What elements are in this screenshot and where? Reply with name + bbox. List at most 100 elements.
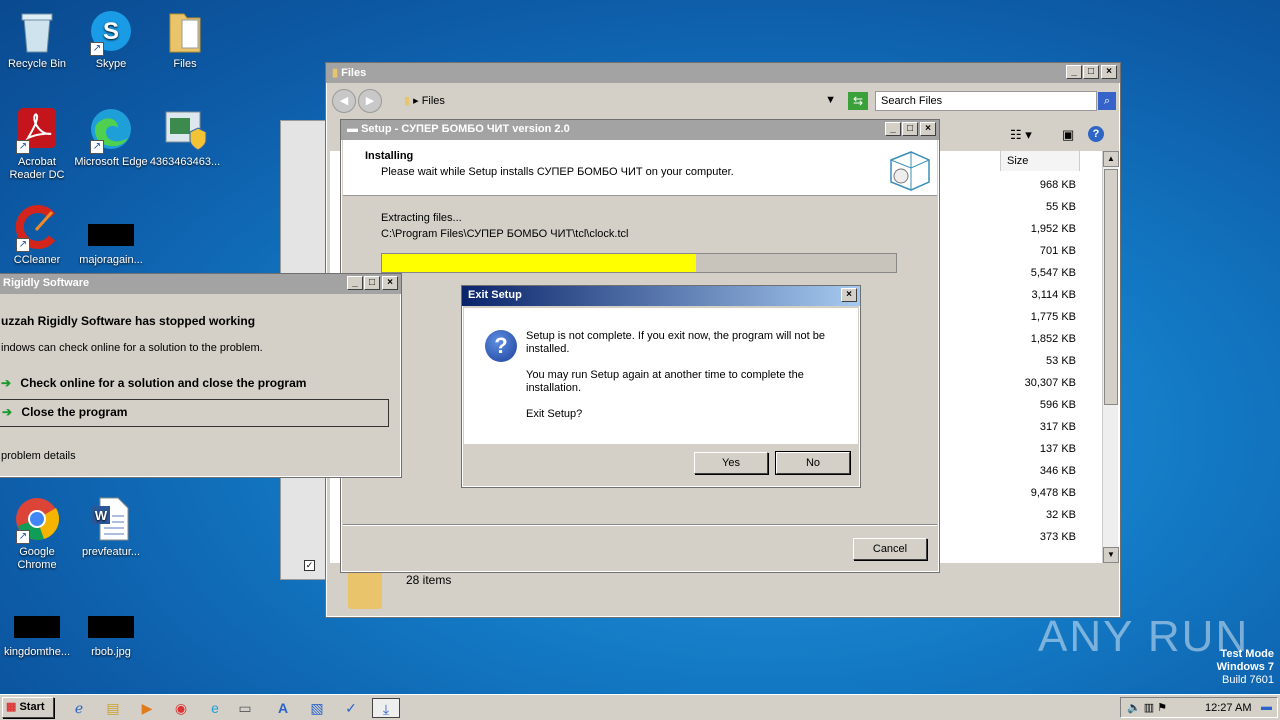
start-label: Start — [19, 701, 45, 713]
explorer-icon[interactable]: ▤ — [102, 698, 124, 718]
search-input[interactable]: Search Files — [875, 91, 1097, 111]
view-options-icon[interactable]: ☷ ▾ — [1010, 127, 1032, 143]
no-button[interactable]: No — [775, 451, 851, 475]
desktop-icon-majoragain[interactable]: majoragain... — [74, 204, 148, 267]
start-button[interactable]: ▦ Start — [2, 697, 54, 718]
vertical-scrollbar[interactable]: ▲ ▼ — [1102, 151, 1119, 563]
desktop-icon-recycle-bin[interactable]: Recycle Bin — [0, 8, 74, 71]
checkbox[interactable]: ✓ — [304, 560, 315, 571]
exit-line-1: Setup is not complete. If you exit now, … — [526, 330, 825, 355]
desktop-icon-label: 4363463463... — [149, 156, 221, 168]
font-app-icon[interactable]: A — [272, 698, 294, 718]
show-desktop-icon[interactable]: ▬ — [1261, 701, 1272, 713]
address-text: Files — [421, 95, 445, 107]
flag-icon[interactable]: ⚑ — [1157, 702, 1167, 714]
windows-logo-icon: ▦ — [6, 701, 17, 713]
setup-titlebar[interactable]: ▬ Setup - СУПЕР БОМБО ЧИТ version 2.0 _ … — [341, 120, 939, 140]
desktop-icon-files[interactable]: Files — [148, 8, 222, 71]
desktop-icon-prevfeatur[interactable]: W prevfeatur... — [74, 496, 148, 559]
desktop-icon-label: kingdomthe... — [3, 646, 71, 658]
file-size: 137 KB — [1039, 443, 1076, 455]
black-file-icon — [14, 596, 60, 642]
app-taskbar-icon[interactable]: ▭ — [234, 698, 256, 718]
system-tray: 🔈 ▥ ⚑ 12:27 AM ▬ — [1120, 697, 1278, 718]
desktop-icon-rbob[interactable]: rbob.jpg — [74, 596, 148, 659]
minimize-button[interactable]: _ — [885, 122, 901, 136]
setup-subheading: Please wait while Setup installs СУПЕР Б… — [381, 166, 734, 178]
desktop-icon-skype[interactable]: S ↗ Skype — [74, 8, 148, 71]
address-bar[interactable]: ▮ ▸ Files ▼ — [398, 91, 842, 111]
edge-icon: ↗ — [88, 106, 134, 154]
clock[interactable]: 12:27 AM — [1205, 702, 1251, 714]
green-arrow-icon: ➔ — [1, 376, 12, 390]
test-mode-text: Test Mode Windows 7 Build 7601 — [1217, 648, 1274, 687]
desktop-icon-label: Acrobat Reader DC — [9, 156, 65, 181]
close-button[interactable]: × — [382, 276, 398, 290]
scroll-thumb[interactable] — [1104, 169, 1118, 405]
ie-icon[interactable]: ℯ — [68, 698, 90, 718]
desktop-icon-label: majoragain... — [79, 254, 143, 266]
desktop-icon-label: CCleaner — [13, 254, 61, 266]
media-player-icon[interactable]: ▶ — [136, 698, 158, 718]
crash-titlebar[interactable]: Rigidly Software _ □ × — [0, 274, 401, 294]
search-icon[interactable]: ⌕ — [1098, 92, 1116, 110]
exit-message-area: ? Setup is not complete. If you exit now… — [464, 308, 858, 444]
close-button[interactable]: × — [841, 288, 857, 302]
desktop-icon-ccleaner[interactable]: ↗ CCleaner — [0, 204, 74, 267]
edge-taskbar-icon[interactable]: e — [204, 698, 226, 718]
refresh-button[interactable]: ⇆ — [848, 92, 868, 110]
maximize-button[interactable]: □ — [364, 276, 380, 290]
forward-button[interactable]: ▶ — [358, 89, 382, 113]
yes-button[interactable]: Yes — [694, 452, 768, 474]
exit-line-3: Exit Setup? — [526, 408, 583, 420]
extracting-label: Extracting files... — [381, 212, 462, 224]
desktop-icon-kingdomthe[interactable]: kingdomthe... — [0, 596, 74, 659]
maximize-button[interactable]: □ — [1083, 65, 1099, 79]
help-icon[interactable]: ? — [1088, 126, 1104, 142]
scroll-up-button[interactable]: ▲ — [1103, 151, 1119, 167]
network-icon[interactable]: ▥ — [1144, 702, 1154, 714]
checklist-icon[interactable]: ✓ — [340, 698, 362, 718]
file-size: 1,952 KB — [1030, 223, 1076, 235]
scroll-down-button[interactable]: ▼ — [1103, 547, 1119, 563]
close-button[interactable]: × — [1101, 65, 1117, 79]
minimize-button[interactable]: _ — [1066, 65, 1082, 79]
setup-small-icon: ▬ — [347, 123, 358, 135]
desktop-icon-chrome[interactable]: ↗ Google Chrome — [0, 496, 74, 572]
close-button[interactable]: × — [920, 122, 936, 136]
size-column: 968 KB 55 KB 1,952 KB 701 KB 5,547 KB 3,… — [980, 179, 1080, 563]
check-online-option[interactable]: ➔ Check online for a solution and close … — [0, 372, 393, 396]
column-header-size[interactable]: Size — [1000, 151, 1080, 171]
search-placeholder: Search Files — [881, 95, 943, 107]
problem-details-link[interactable]: problem details — [1, 450, 76, 462]
folder-small-icon: ▮ — [404, 95, 411, 107]
setup-taskbar-button[interactable]: ⤓ — [372, 698, 400, 718]
file-size: 701 KB — [1039, 245, 1076, 257]
setup-header: Installing Please wait while Setup insta… — [343, 140, 937, 196]
explorer-titlebar[interactable]: ▮ Files _ □ × — [326, 63, 1120, 83]
black-file-icon — [88, 596, 134, 642]
minimize-button[interactable]: _ — [347, 276, 363, 290]
volume-icon[interactable]: 🔈 — [1127, 702, 1141, 714]
svg-text:W: W — [95, 508, 108, 523]
chrome-taskbar-icon[interactable]: ◉ — [170, 698, 192, 718]
exit-titlebar[interactable]: Exit Setup × — [462, 286, 860, 306]
chevron-down-icon[interactable]: ▼ — [825, 94, 836, 106]
file-size: 30,307 KB — [1024, 377, 1076, 389]
app2-taskbar-icon[interactable]: ▧ — [306, 698, 328, 718]
cancel-button[interactable]: Cancel — [853, 538, 927, 560]
desktop-icon-installer[interactable]: 4363463463... — [148, 106, 222, 169]
desktop-icon-edge[interactable]: ↗ Microsoft Edge — [74, 106, 148, 169]
setup-heading: Installing — [365, 150, 414, 162]
desktop-icon-label: Files — [173, 58, 197, 70]
desktop-icon-label: prevfeatur... — [81, 546, 141, 558]
maximize-button[interactable]: □ — [902, 122, 918, 136]
close-program-option[interactable]: ➔ Close the program — [0, 399, 389, 427]
desktop-icon-acrobat[interactable]: ↗ Acrobat Reader DC — [0, 106, 74, 182]
back-button[interactable]: ◀ — [332, 89, 356, 113]
window-title: Files — [341, 67, 367, 79]
progress-fill — [382, 254, 696, 272]
preview-pane-icon[interactable]: ▣ — [1062, 127, 1074, 143]
desktop-icon-label: Google Chrome — [17, 546, 57, 571]
file-size: 968 KB — [1039, 179, 1076, 191]
